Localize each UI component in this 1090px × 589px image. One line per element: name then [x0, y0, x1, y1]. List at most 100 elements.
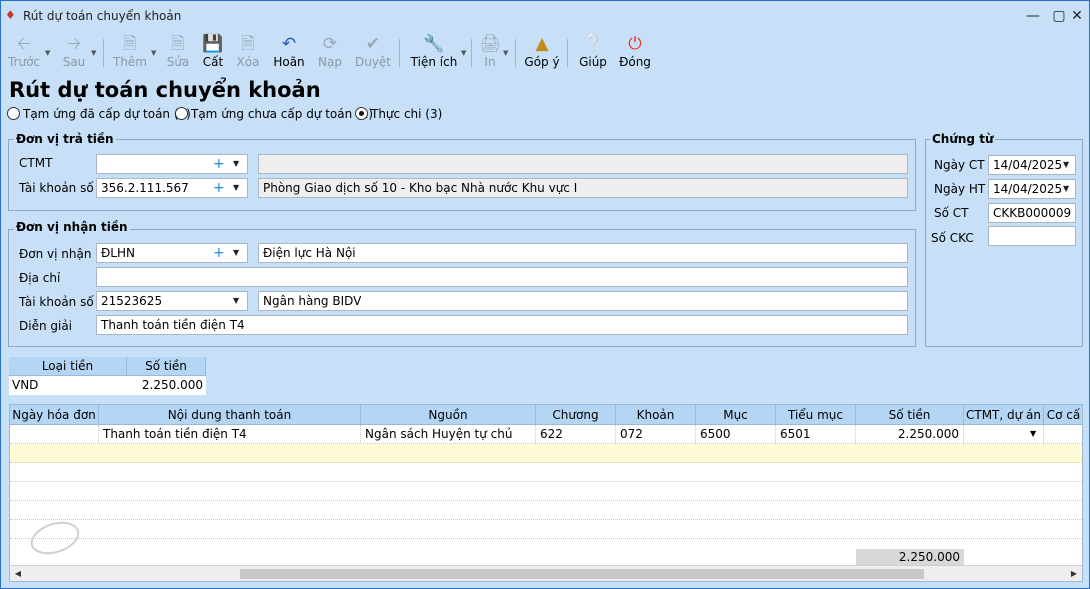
table-cell-amount[interactable]: 2.250.000	[856, 425, 964, 443]
chevron-down-icon[interactable]: ▼	[233, 244, 239, 262]
date-ht-picker[interactable]: 14/04/2025 ▼	[988, 179, 1076, 199]
payer-account-description: Phòng Giao dịch số 10 - Kho bạc Nhà nước…	[258, 178, 908, 198]
utilities-button[interactable]: 🔧 Tiện ích	[409, 33, 459, 73]
plus-icon[interactable]: +	[213, 244, 225, 262]
horizontal-scrollbar[interactable]: ◀ ▶	[10, 565, 1082, 581]
row-line	[10, 538, 1082, 539]
payer-group-title: Đơn vị trả tiền	[14, 132, 116, 146]
row-line	[10, 462, 1082, 463]
col-header-structure[interactable]: Cơ cấ	[1044, 405, 1082, 425]
currency-type-header[interactable]: Loại tiền	[9, 357, 127, 376]
chevron-down-icon[interactable]: ▼	[233, 179, 239, 197]
payee-unit-name[interactable]: Điện lực Hà Nội	[258, 243, 908, 263]
date-ht-label: Ngày HT	[934, 182, 986, 196]
col-header-content[interactable]: Nội dung thanh toán	[99, 405, 361, 425]
currency-type-cell[interactable]: VND	[9, 376, 127, 395]
window-title: Rút dự toán chuyển khoản	[23, 9, 182, 23]
payee-unit-combo[interactable]: ĐLHN + ▼	[96, 243, 248, 263]
currency-amount-cell[interactable]: 2.250.000	[127, 376, 206, 395]
payer-account-label: Tài khoản số	[19, 181, 94, 195]
prev-dropdown-icon[interactable]: ▼	[45, 49, 50, 57]
col-header-chapter[interactable]: Chương	[536, 405, 616, 425]
scroll-thumb[interactable]	[240, 569, 924, 579]
table-cell-content[interactable]: Thanh toán tiền điện T4	[99, 425, 361, 443]
feedback-upload-icon: ▲	[535, 34, 549, 54]
refresh-icon: ⟳	[322, 34, 338, 54]
note-input[interactable]: Thanh toán tiền điện T4	[96, 315, 908, 335]
chevron-down-icon[interactable]: ▼	[1030, 425, 1036, 443]
ckc-no-input[interactable]	[988, 226, 1076, 246]
radio-advance-unfunded[interactable]: Tạm ứng chưa cấp dự toán (2)	[175, 106, 373, 122]
date-ct-picker[interactable]: 14/04/2025 ▼	[988, 155, 1076, 175]
address-input[interactable]	[96, 267, 908, 287]
table-cell-chapter[interactable]: 622	[536, 425, 616, 443]
plus-icon[interactable]: +	[213, 155, 225, 173]
col-header-source[interactable]: Nguồn	[361, 405, 536, 425]
tools-icon: 🔧	[423, 34, 445, 54]
next-button[interactable]: 🡢 Sau	[55, 33, 93, 73]
radio-circle[interactable]	[7, 107, 20, 120]
delete-button[interactable]: 🗎 Xóa	[231, 33, 265, 73]
voucher-no-label: Số CT	[934, 206, 969, 220]
chevron-down-icon[interactable]: ▼	[1063, 156, 1069, 174]
prev-button[interactable]: 🡠 Trước	[5, 33, 43, 73]
close-button[interactable]: ⏻ Đóng	[617, 33, 653, 73]
toolbar-separator	[567, 39, 568, 67]
toolbar-separator	[471, 39, 472, 67]
table-cell-source[interactable]: Ngân sách Huyện tự chủ	[361, 425, 536, 443]
chevron-down-icon[interactable]: ▼	[233, 155, 239, 173]
plus-icon[interactable]: +	[213, 179, 225, 197]
payee-account-combo[interactable]: 21523625 ▼	[96, 291, 248, 311]
col-header-item[interactable]: Mục	[696, 405, 776, 425]
print-dropdown-icon[interactable]: ▼	[503, 49, 508, 57]
ctmt-description	[258, 154, 908, 174]
new-row[interactable]	[10, 444, 1082, 463]
chevron-down-icon[interactable]: ▼	[1063, 180, 1069, 198]
page-title: Rút dự toán chuyển khoản	[9, 78, 321, 102]
table-cell-subitem[interactable]: 6501	[776, 425, 856, 443]
approve-button[interactable]: ✔ Duyệt	[353, 33, 393, 73]
radio-actual-payment[interactable]: Thực chi (3)	[355, 106, 455, 122]
currency-amount-header[interactable]: Số tiền	[127, 357, 206, 376]
close-window-button[interactable]: ✕	[1065, 6, 1089, 26]
col-header-amount[interactable]: Số tiền	[856, 405, 964, 425]
payer-account-combo[interactable]: 356.2.111.567 + ▼	[96, 178, 248, 198]
ctmt-combo[interactable]: + ▼	[96, 154, 248, 174]
row-line	[10, 500, 1082, 501]
bank-name-input[interactable]: Ngân hàng BIDV	[258, 291, 908, 311]
edit-button[interactable]: 🗎 Sửa	[161, 33, 195, 73]
app-icon: ♦	[5, 8, 16, 22]
add-dropdown-icon[interactable]: ▼	[151, 49, 156, 57]
feedback-button[interactable]: ▲ Góp ý	[523, 33, 561, 73]
col-header-invoice-date[interactable]: Ngày hóa đơn	[10, 405, 99, 425]
table-cell-structure[interactable]	[1044, 425, 1082, 443]
table-cell-project[interactable]: ▼	[964, 425, 1044, 443]
radio-circle-checked[interactable]	[355, 107, 368, 120]
help-button[interactable]: ❔ Giúp	[575, 33, 611, 73]
scroll-right-icon[interactable]: ▶	[1066, 566, 1082, 581]
table-cell-invoice-date[interactable]	[10, 425, 99, 443]
minimize-button[interactable]: —	[1021, 6, 1045, 26]
add-button[interactable]: 🗎 Thêm	[111, 33, 149, 73]
load-button[interactable]: ⟳ Nạp	[313, 33, 347, 73]
next-dropdown-icon[interactable]: ▼	[91, 49, 96, 57]
print-button[interactable]: 🖨 In	[477, 33, 503, 73]
save-button[interactable]: 💾 Cất	[197, 33, 229, 73]
col-header-project[interactable]: CTMT, dự án	[964, 405, 1044, 425]
col-header-section[interactable]: Khoản	[616, 405, 696, 425]
radio-circle[interactable]	[175, 107, 188, 120]
table-cell-section[interactable]: 072	[616, 425, 696, 443]
printer-icon: 🖨	[479, 34, 501, 54]
undo-arrow-icon: ↶	[281, 34, 297, 54]
scroll-left-icon[interactable]: ◀	[10, 566, 26, 581]
undo-button[interactable]: ↶ Hoãn	[269, 33, 309, 73]
radio-advance-funded[interactable]: Tạm ứng đã cấp dự toán (1)	[7, 106, 191, 122]
table-cell-item[interactable]: 6500	[696, 425, 776, 443]
col-header-subitem[interactable]: Tiểu mục	[776, 405, 856, 425]
chevron-down-icon[interactable]: ▼	[233, 292, 239, 310]
address-label: Địa chỉ	[19, 271, 61, 285]
utilities-dropdown-icon[interactable]: ▼	[461, 49, 466, 57]
payee-account-label: Tài khoản số	[19, 295, 94, 309]
payee-unit-label: Đơn vị nhận	[19, 247, 92, 261]
voucher-no-input[interactable]: CKKB000009	[988, 203, 1076, 223]
